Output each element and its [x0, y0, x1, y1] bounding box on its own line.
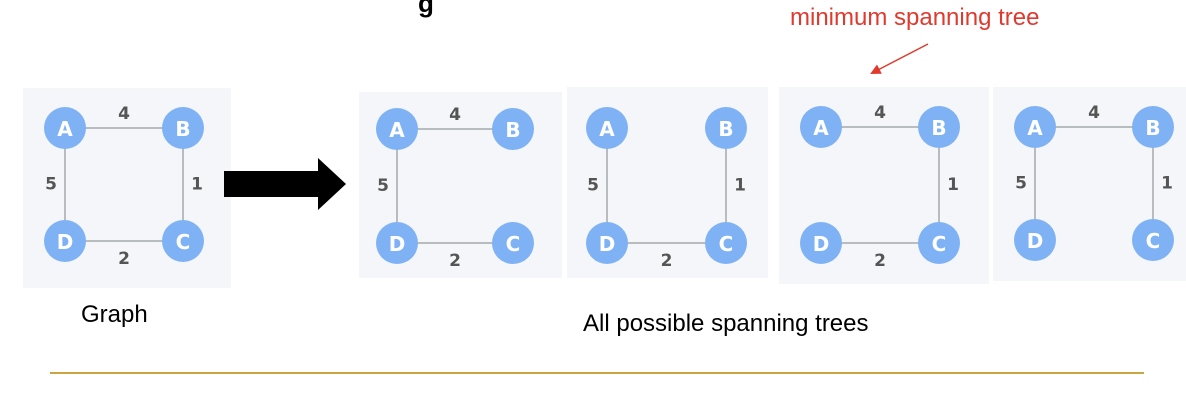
node-d: D	[1014, 219, 1056, 261]
node-c: C	[492, 222, 534, 264]
node-c: C	[705, 222, 747, 264]
node-label: B	[718, 117, 733, 141]
node-b: B	[492, 108, 534, 150]
edge-weight-a-b: 4	[449, 105, 461, 125]
section-divider	[50, 372, 1144, 374]
node-label: D	[57, 230, 74, 254]
node-label: C	[176, 230, 191, 254]
graph-to-trees-arrow-icon	[224, 158, 346, 210]
node-c: C	[918, 222, 960, 264]
edge-weight-c-d: 2	[874, 251, 886, 271]
spanning-tree-panel-3: 4 1 2 A B C D	[779, 87, 989, 284]
original-graph-panel: 4 1 2 5 A B C D	[23, 88, 231, 288]
edge-weight-b-c: 1	[947, 175, 959, 195]
edge-weight-d-a: 5	[587, 176, 599, 196]
node-b: B	[918, 106, 960, 148]
graph-caption: Graph	[81, 301, 148, 328]
edge-weight-a-b: 4	[118, 104, 130, 124]
node-label: A	[813, 116, 829, 140]
node-d: D	[376, 222, 418, 264]
node-label: D	[599, 232, 616, 256]
edge-weight-d-a: 5	[377, 176, 389, 196]
partial-heading-glyph: g	[418, 0, 434, 18]
node-label: C	[932, 232, 947, 256]
node-label: A	[1027, 116, 1043, 140]
node-label: B	[931, 116, 946, 140]
edge-weight-c-d: 2	[449, 251, 461, 271]
node-label: B	[175, 117, 190, 141]
edge-weight-d-a: 5	[1015, 174, 1027, 194]
node-d: D	[586, 222, 628, 264]
edge-weight-d-a: 5	[45, 175, 57, 195]
spanning-tree-panel-2: 5 1 2 A B C D	[567, 87, 768, 278]
node-a: A	[800, 106, 842, 148]
node-label: D	[389, 232, 406, 256]
node-label: B	[1145, 116, 1160, 140]
edge-weight-a-b: 4	[874, 103, 886, 123]
node-label: A	[57, 117, 73, 141]
node-label: A	[389, 118, 405, 142]
node-label: C	[506, 232, 521, 256]
node-a: A	[376, 108, 418, 150]
graph-drawing: 4 1 2 5 A B C D	[44, 104, 204, 269]
graph-drawing: 4 5 1 A B C D	[1014, 103, 1174, 261]
edge-weight-b-c: 1	[1161, 174, 1173, 194]
minimum-spanning-tree-annotation: minimum spanning tree	[790, 4, 1040, 31]
spanning-trees-caption: All possible spanning trees	[583, 310, 869, 337]
edge-weight-c-d: 2	[661, 251, 673, 271]
node-b: B	[162, 107, 204, 149]
node-label: D	[813, 232, 830, 256]
graph-drawing: 5 1 2 A B C D	[586, 107, 747, 271]
node-label: D	[1027, 229, 1044, 253]
edge-weight-a-b: 4	[1088, 103, 1100, 123]
edge-weight-b-c: 1	[191, 175, 203, 195]
node-a: A	[586, 107, 628, 149]
node-label: A	[599, 117, 615, 141]
node-b: B	[1132, 106, 1174, 148]
node-a: A	[1014, 106, 1056, 148]
node-label: C	[719, 232, 734, 256]
node-label: C	[1146, 229, 1161, 253]
node-b: B	[705, 107, 747, 149]
node-label: B	[505, 118, 520, 142]
node-d: D	[44, 220, 86, 262]
spanning-tree-panel-4: 4 5 1 A B C D	[993, 87, 1186, 281]
graph-drawing: 4 5 2 A B C D	[376, 105, 534, 271]
edge-weight-b-c: 1	[734, 176, 746, 196]
node-c: C	[162, 220, 204, 262]
edge-weight-c-d: 2	[118, 249, 130, 269]
node-d: D	[800, 222, 842, 264]
node-c: C	[1132, 219, 1174, 261]
annotation-pointer-arrow-icon	[870, 43, 929, 74]
node-a: A	[44, 107, 86, 149]
graph-drawing: 4 1 2 A B C D	[800, 103, 960, 271]
spanning-tree-panel-1: 4 5 2 A B C D	[359, 92, 562, 278]
